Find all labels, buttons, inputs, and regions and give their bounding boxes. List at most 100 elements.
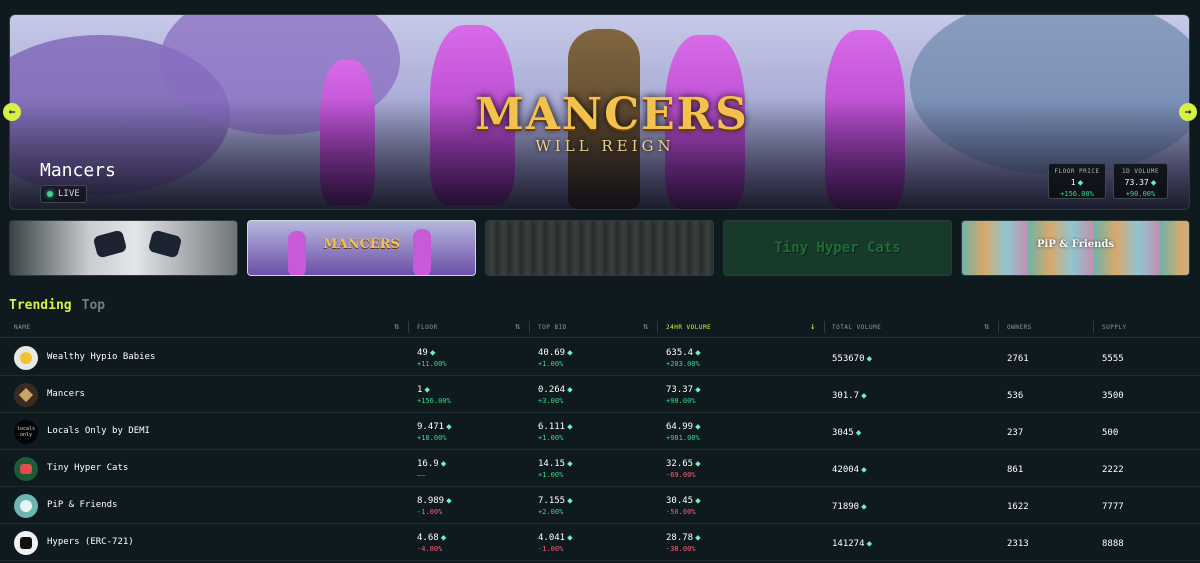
collection-name[interactable]: PiP & Friends	[47, 500, 117, 510]
sort-desc-icon[interactable]: ↓	[810, 322, 815, 332]
header-top-bid[interactable]: TOP BID	[538, 324, 567, 331]
tab-trending[interactable]: Trending	[9, 298, 72, 313]
volume-24h-change: +981.00%	[666, 434, 700, 442]
volume-24h-cell: 73.37 ⬥ +90.00%	[666, 385, 701, 405]
eth-icon: ⬥	[1150, 178, 1157, 187]
floor-change: ——	[417, 471, 426, 479]
volume-1d-change: +90.00%	[1125, 190, 1156, 198]
header-total-volume[interactable]: TOTAL VOLUME	[832, 324, 881, 331]
eth-icon: ⬥	[424, 385, 431, 394]
thumbnail-label: MANCERS	[323, 237, 400, 252]
owners-cell: 861	[1007, 465, 1024, 475]
sort-icon[interactable]: ⇅	[515, 322, 520, 332]
header-supply: SUPPLY	[1102, 324, 1127, 331]
table-row[interactable]: Mancers 1 ⬥ +156.00% 0.264 ⬥ +3.00% 73.37 ⬥ +9…	[0, 377, 1200, 413]
total-volume-cell: 71890 ⬥	[832, 502, 867, 512]
eth-icon: ⬥	[429, 348, 436, 357]
collection-name[interactable]: Locals Only by DEMI	[47, 426, 150, 436]
eth-icon: ⬥	[1077, 178, 1084, 187]
supply-cell: 7777	[1102, 502, 1124, 512]
thumb-eye-shape	[147, 229, 183, 259]
top-bid-change: +3.00%	[538, 397, 564, 405]
volume-24h-change: -38.00%	[666, 545, 696, 553]
top-bid-change: -1.00%	[538, 545, 564, 553]
thumbnail-3[interactable]	[485, 220, 714, 276]
top-bid-cell: 7.155 ⬥ +2.00%	[538, 496, 573, 516]
header-24hr-volume[interactable]: 24HR VOLUME	[666, 324, 711, 331]
volume-24h-cell: 32.65 ⬥ -69.00%	[666, 459, 701, 479]
thumbnail-2[interactable]: MANCERS	[247, 220, 476, 276]
total-volume-cell: 3045 ⬥	[832, 428, 862, 438]
collection-name[interactable]: Tiny Hyper Cats	[47, 463, 128, 473]
header-name[interactable]: NAME	[14, 324, 30, 331]
eth-icon: ⬥	[567, 459, 573, 468]
collection-name[interactable]: Mancers	[47, 389, 85, 399]
volume-24h-cell: 635.4 ⬥ +203.00%	[666, 348, 701, 368]
table-header: NAME ⇅ FLOOR ⇅ TOP BID ⇅ 24HR VOLUME ↓ T…	[0, 316, 1200, 338]
volume-1d-label: 1D VOLUME	[1121, 168, 1159, 175]
table-row[interactable]: locals only Locals Only by DEMI 9.471 ⬥ +1…	[0, 414, 1200, 450]
column-divider	[998, 321, 999, 333]
header-floor[interactable]: FLOOR	[417, 324, 438, 331]
supply-cell: 2222	[1102, 465, 1124, 475]
thumbnail-label: PiP & Friends	[1036, 239, 1115, 250]
top-bid-cell: 6.111 ⬥ +1.00%	[538, 422, 573, 442]
eth-icon: ⬥	[861, 391, 867, 400]
volume-24h-change: +90.00%	[666, 397, 696, 405]
header-owners: OWNERS	[1007, 324, 1032, 331]
thumbnail-label: Tiny Hyper Cats	[774, 240, 901, 256]
collection-tabs: Trending Top	[9, 298, 105, 313]
floor-price-box: FLOOR PRICE 1 ⬥ +156.00%	[1048, 163, 1106, 199]
table-row[interactable]: Hypers (ERC-721) 4.68 ⬥ -4.00% 4.041 ⬥ -1.00…	[0, 525, 1200, 561]
top-bid-cell: 14.15 ⬥ +1.00%	[538, 459, 573, 479]
eth-icon: ⬥	[866, 354, 873, 363]
avatar	[14, 346, 38, 370]
table-row[interactable]: PiP & Friends 8.989 ⬥ -1.00% 7.155 ⬥ +2.00% …	[0, 488, 1200, 524]
top-bid-cell: 40.69 ⬥ +1.00%	[538, 348, 573, 368]
eth-icon: ⬥	[695, 533, 701, 542]
sort-icon[interactable]: ⇅	[643, 322, 648, 332]
avatar	[14, 494, 38, 518]
avatar: locals only	[14, 420, 38, 444]
thumbnail-5[interactable]: PiP & Friends	[961, 220, 1190, 276]
floor-price-value: 1 ⬥	[1070, 178, 1084, 187]
volume-24h-cell: 64.99 ⬥ +981.00%	[666, 422, 701, 442]
volume-24h-change: +203.00%	[666, 360, 700, 368]
owners-cell: 237	[1007, 428, 1024, 438]
supply-cell: 8888	[1102, 539, 1124, 549]
owners-cell: 2313	[1007, 539, 1029, 549]
thumbnail-4[interactable]: Tiny Hyper Cats	[723, 220, 952, 276]
carousel-prev-button[interactable]: ←	[3, 103, 21, 121]
eth-icon: ⬥	[695, 348, 701, 357]
collection-name[interactable]: Hypers (ERC-721)	[47, 537, 134, 547]
volume-24h-cell: 30.45 ⬥ -50.00%	[666, 496, 701, 516]
floor-change: +11.00%	[417, 360, 447, 368]
table-row[interactable]: Tiny Hyper Cats 16.9 ⬥ —— 14.15 ⬥ +1.00% 32.…	[0, 451, 1200, 487]
total-volume-cell: 42004 ⬥	[832, 465, 867, 475]
floor-cell: 4.68 ⬥ -4.00%	[417, 533, 447, 553]
sort-icon[interactable]: ⇅	[394, 322, 399, 332]
floor-cell: 8.989 ⬥ -1.00%	[417, 496, 452, 516]
table-row[interactable]: Wealthy Hypio Babies 49 ⬥ +11.00% 40.69 ⬥ +1…	[0, 340, 1200, 376]
column-divider	[408, 321, 409, 333]
top-bid-change: +1.00%	[538, 360, 564, 368]
top-bid-change: +2.00%	[538, 508, 564, 516]
top-bid-cell: 0.264 ⬥ +3.00%	[538, 385, 573, 405]
collection-name[interactable]: Wealthy Hypio Babies	[47, 352, 155, 362]
hero-banner[interactable]: MANCERS WILL REIGN Mancers LIVE FLOOR PR…	[9, 14, 1190, 210]
column-divider	[824, 321, 825, 333]
floor-change: +18.00%	[417, 434, 447, 442]
total-volume-cell: 141274 ⬥	[832, 539, 873, 549]
sort-icon[interactable]: ⇅	[984, 322, 989, 332]
eth-icon: ⬥	[567, 422, 573, 431]
thumbnail-1[interactable]	[9, 220, 238, 276]
floor-price-label: FLOOR PRICE	[1054, 168, 1100, 175]
carousel-next-button[interactable]: →	[1179, 103, 1197, 121]
top-bid-change: +1.00%	[538, 434, 564, 442]
top-bid-change: +1.00%	[538, 471, 564, 479]
tab-top[interactable]: Top	[82, 298, 105, 313]
supply-cell: 3500	[1102, 391, 1124, 401]
owners-cell: 2761	[1007, 354, 1029, 364]
thumb-eye-shape	[92, 229, 128, 259]
hero-collection-name[interactable]: Mancers	[40, 160, 116, 181]
